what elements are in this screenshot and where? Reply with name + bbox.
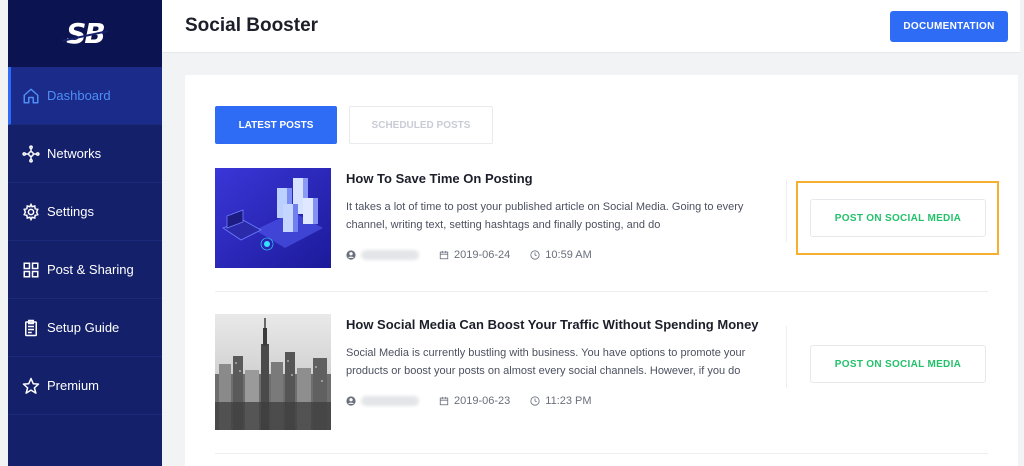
sidebar-item-settings[interactable]: Settings bbox=[8, 183, 162, 241]
sidebar-item-setup-guide[interactable]: Setup Guide bbox=[8, 299, 162, 357]
documentation-button[interactable]: DOCUMENTATION bbox=[890, 11, 1008, 42]
post-on-social-media-button[interactable]: POST ON SOCIAL MEDIA bbox=[810, 345, 986, 383]
post-time: 11:23 PM bbox=[530, 395, 592, 407]
app-window: SB Dashboard Networks Settings Post & Sh bbox=[8, 0, 1020, 466]
post-thumbnail[interactable] bbox=[215, 314, 331, 430]
clipboard-icon bbox=[22, 319, 40, 337]
user-icon bbox=[346, 250, 356, 260]
post-item: How Social Media Can Boost Your Traffic … bbox=[215, 314, 988, 454]
calendar-icon bbox=[439, 250, 449, 260]
post-thumbnail[interactable] bbox=[215, 168, 331, 268]
post-title[interactable]: How To Save Time On Posting bbox=[346, 171, 533, 186]
main-panel: LATEST POSTS SCHEDULED POSTS How To Save… bbox=[185, 75, 1018, 466]
tab-latest-posts[interactable]: LATEST POSTS bbox=[215, 106, 337, 144]
post-excerpt: It takes a lot of time to post your publ… bbox=[346, 201, 744, 231]
logo-area[interactable]: SB bbox=[8, 0, 162, 67]
author-name-redacted bbox=[361, 250, 419, 260]
post-excerpt: Social Media is currently bustling with … bbox=[346, 347, 746, 377]
network-icon bbox=[22, 144, 40, 163]
post-time-text: 10:59 AM bbox=[545, 249, 592, 261]
post-date: 2019-06-24 bbox=[439, 249, 510, 261]
post-author bbox=[346, 396, 419, 406]
highlight-frame bbox=[796, 181, 999, 255]
page-title: Social Booster bbox=[185, 15, 319, 36]
sidebar-item-dashboard[interactable]: Dashboard bbox=[8, 67, 162, 125]
header: Social Booster DOCUMENTATION bbox=[162, 0, 1020, 53]
sidebar-item-label: Setup Guide bbox=[47, 320, 120, 335]
sidebar-item-label: Networks bbox=[47, 146, 102, 161]
post-meta: 2019-06-23 11:23 PM bbox=[346, 395, 612, 407]
user-icon bbox=[346, 396, 356, 406]
post-date-text: 2019-06-24 bbox=[454, 249, 511, 261]
clock-icon bbox=[530, 396, 540, 406]
sidebar-item-premium[interactable]: Premium bbox=[8, 357, 162, 415]
star-icon bbox=[22, 377, 40, 395]
tab-scheduled-posts[interactable]: SCHEDULED POSTS bbox=[349, 106, 493, 144]
sidebar: SB Dashboard Networks Settings Post & Sh bbox=[8, 0, 162, 466]
post-author bbox=[346, 250, 419, 260]
sidebar-item-label: Post & Sharing bbox=[47, 262, 134, 277]
sidebar-item-label: Settings bbox=[47, 204, 94, 219]
clock-icon bbox=[530, 250, 540, 260]
sidebar-item-label: Dashboard bbox=[47, 88, 111, 103]
home-icon bbox=[22, 87, 40, 105]
author-name-redacted bbox=[361, 396, 419, 406]
layout-icon bbox=[22, 261, 40, 279]
divider bbox=[786, 326, 787, 388]
sidebar-item-label: Premium bbox=[47, 378, 100, 393]
calendar-icon bbox=[439, 396, 449, 406]
divider bbox=[786, 180, 787, 242]
post-meta: 2019-06-24 10:59 AM bbox=[346, 249, 612, 261]
gear-icon bbox=[22, 202, 40, 221]
sidebar-item-networks[interactable]: Networks bbox=[8, 125, 162, 183]
post-time-text: 11:23 PM bbox=[545, 395, 592, 407]
sidebar-item-post-sharing[interactable]: Post & Sharing bbox=[8, 241, 162, 299]
post-date-text: 2019-06-23 bbox=[454, 395, 511, 407]
post-tabs: LATEST POSTS SCHEDULED POSTS bbox=[215, 106, 493, 144]
post-date: 2019-06-23 bbox=[439, 395, 510, 407]
logo: SB bbox=[66, 17, 105, 50]
post-title[interactable]: How Social Media Can Boost Your Traffic … bbox=[346, 317, 759, 332]
post-time: 10:59 AM bbox=[530, 249, 592, 261]
